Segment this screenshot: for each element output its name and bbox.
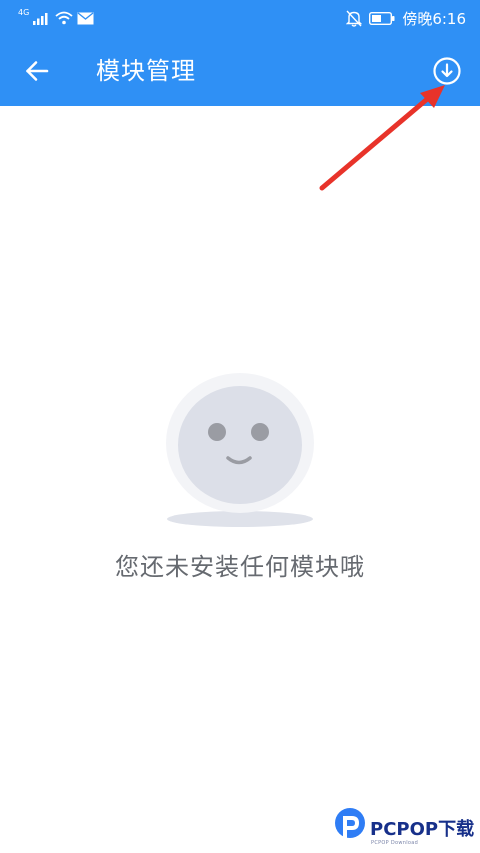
watermark-logo: PCPOP下载 PCPOP Download xyxy=(330,806,480,850)
status-bar-left: 4G xyxy=(18,8,94,28)
watermark-subtitle: PCPOP Download xyxy=(371,840,419,846)
download-button[interactable] xyxy=(430,54,464,88)
back-button[interactable] xyxy=(18,52,56,90)
arrow-left-icon xyxy=(26,61,49,81)
status-bar: 4G 傍晚6:16 xyxy=(0,0,480,36)
signal-icon xyxy=(33,13,48,25)
page-title: 模块管理 xyxy=(96,57,196,85)
mail-icon xyxy=(77,11,94,24)
status-time: 傍晚6:16 xyxy=(402,9,466,28)
network-type-label: 4G xyxy=(18,8,30,17)
app-bar: 模块管理 xyxy=(0,36,480,106)
watermark-brand: PCPOP下载 xyxy=(370,819,475,840)
battery-icon xyxy=(369,11,395,25)
smiley-face-illustration xyxy=(166,373,314,527)
empty-state-message: 您还未安装任何模块哦 xyxy=(115,553,365,581)
pcpop-logo-icon xyxy=(335,808,365,844)
status-bar-right: 傍晚6:16 xyxy=(346,8,466,28)
notifications-off-icon xyxy=(346,10,363,27)
wifi-icon xyxy=(55,11,73,25)
download-circle-icon xyxy=(433,57,461,85)
